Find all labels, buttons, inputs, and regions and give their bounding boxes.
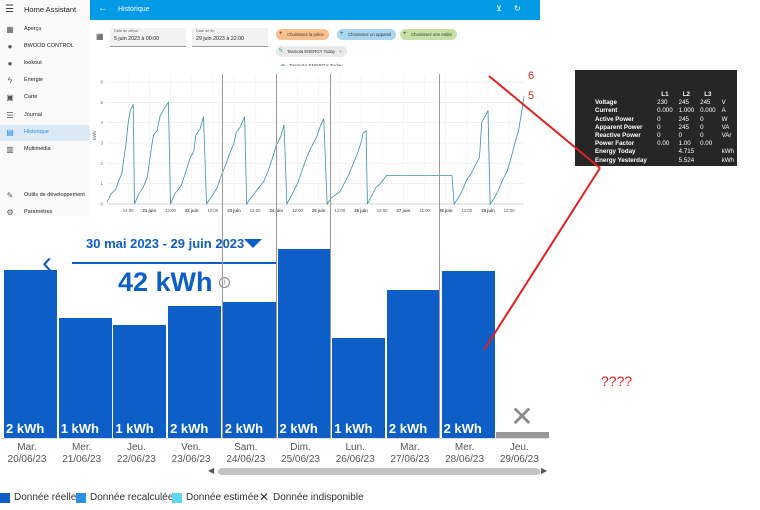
annotation-marker: 6 — [528, 70, 535, 82]
annotation-overlay — [483, 75, 601, 351]
annotation-line — [488, 75, 601, 169]
annotation-marker: 5 — [528, 90, 535, 102]
question-annotation: ???? — [601, 373, 633, 389]
annotation-line — [483, 167, 601, 351]
